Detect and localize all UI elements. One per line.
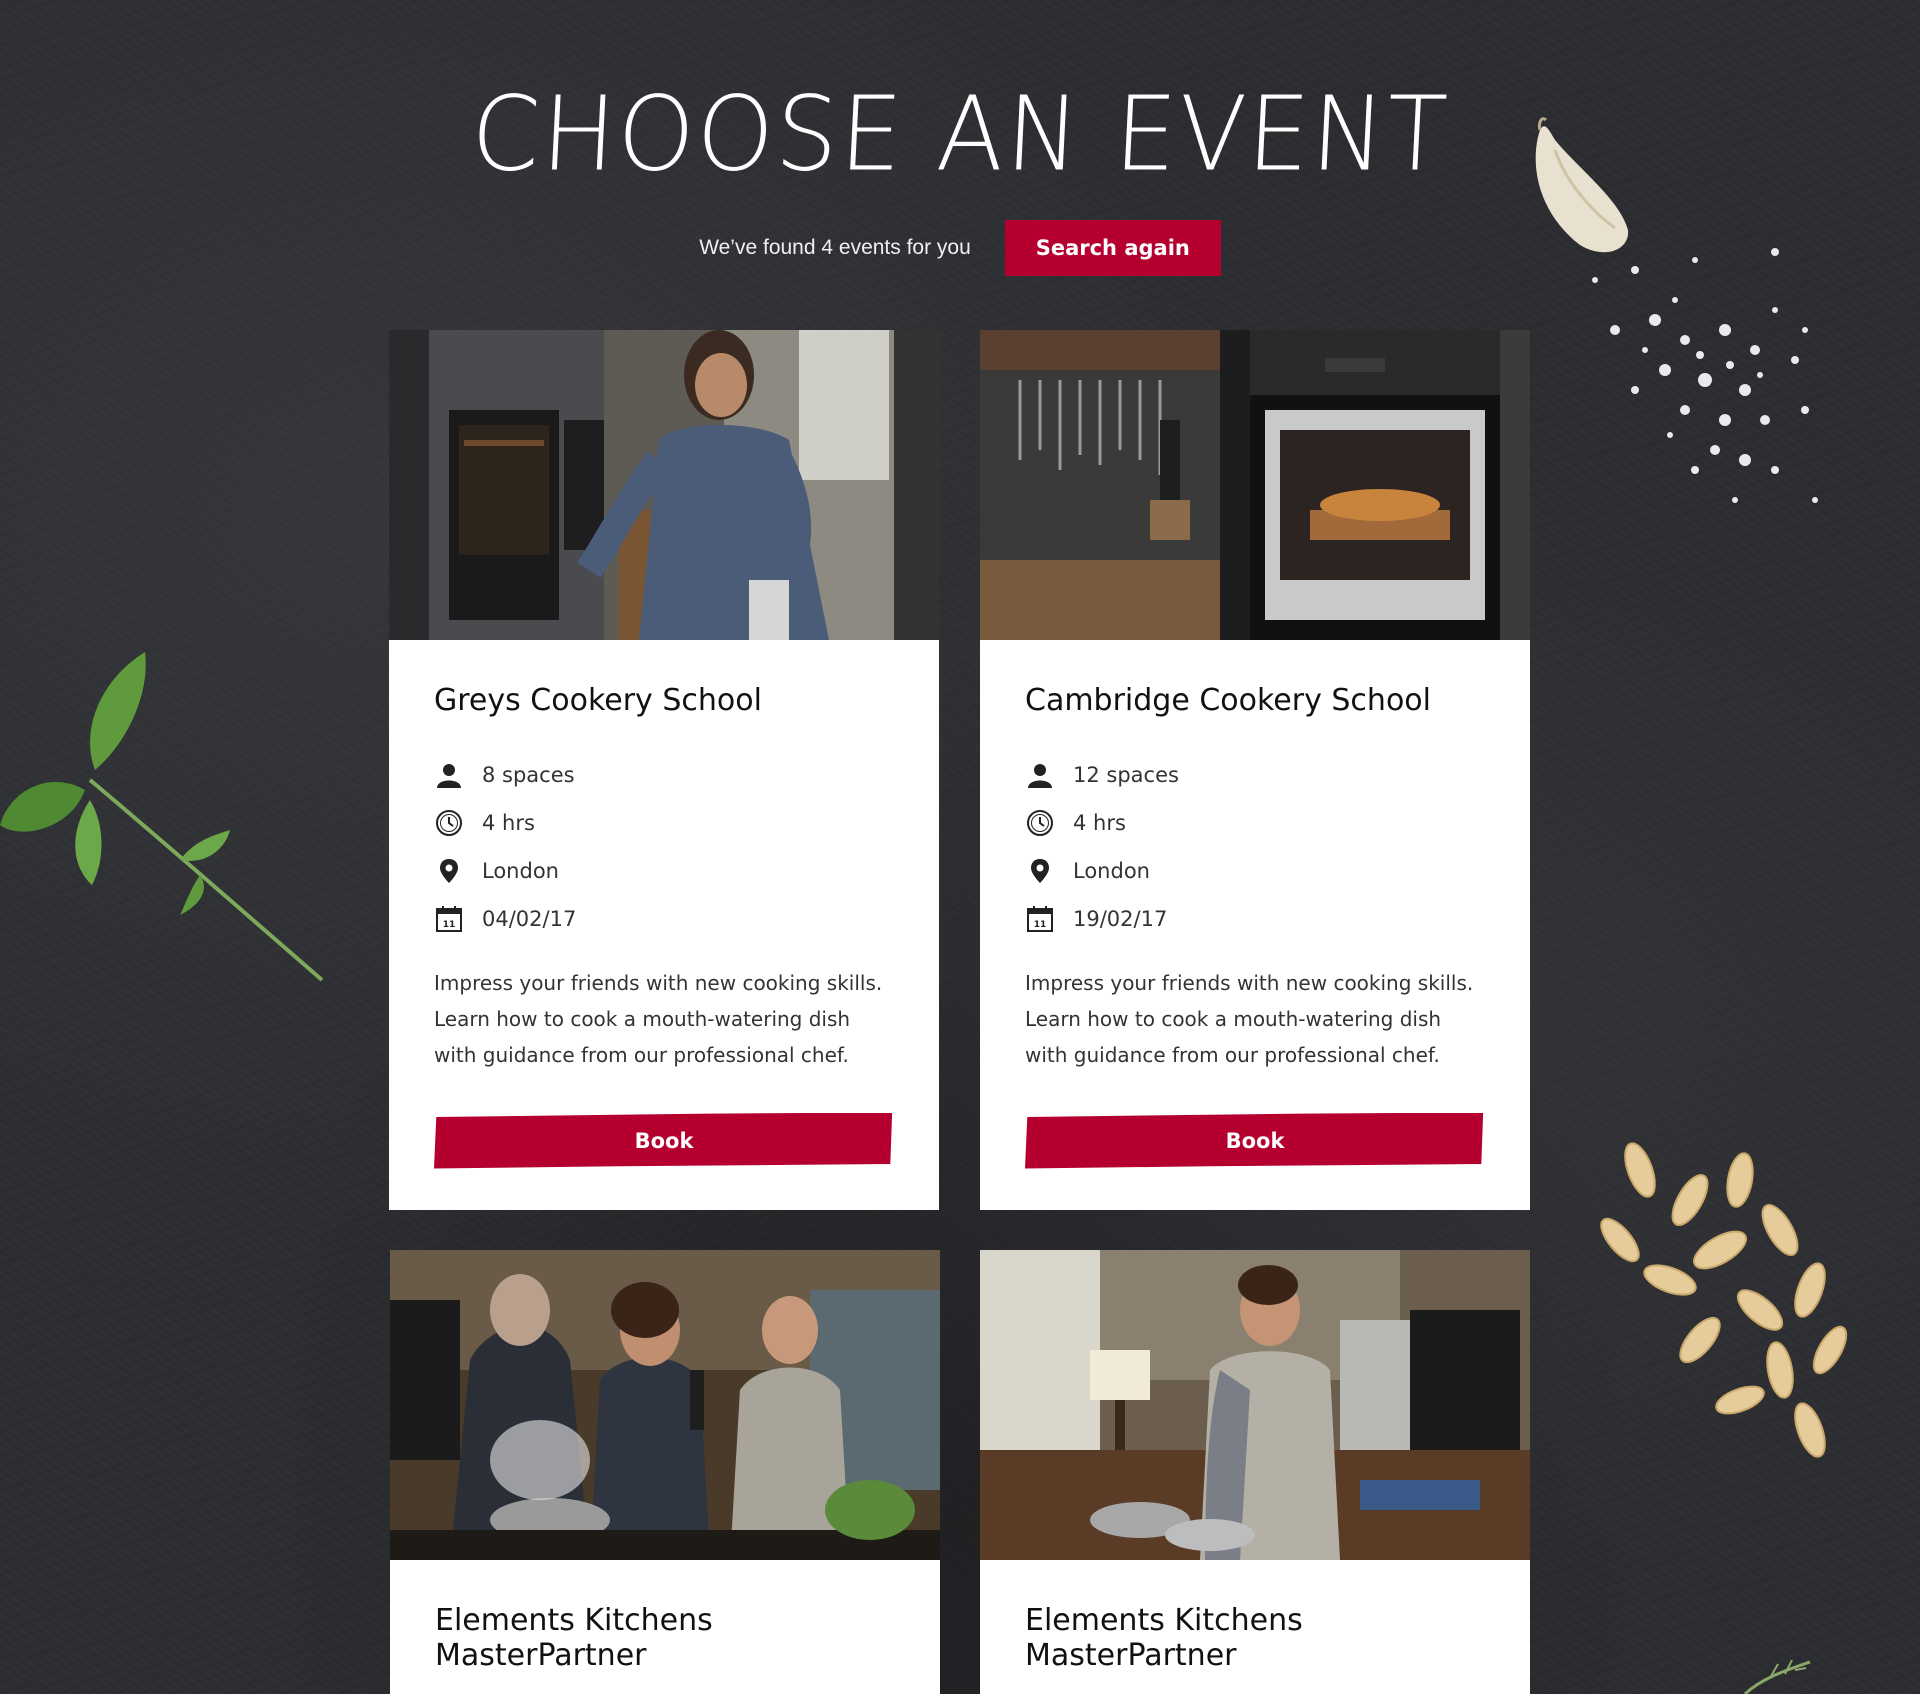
event-details: 12 spaces 4 hrs London 11 19/02/17: [1025, 751, 1485, 943]
kitchen-oven-photo: [980, 330, 1530, 640]
clock-icon: [434, 808, 464, 838]
chef-cooking-photo: [980, 1250, 1530, 1560]
event-card: Elements Kitchens MasterPartner: [980, 1250, 1530, 1694]
event-description: Impress your friends with new cooking sk…: [1025, 970, 1474, 1067]
event-location: London: [1025, 847, 1485, 895]
calendar-icon: 11: [434, 904, 464, 934]
event-date: 11 04/02/17: [434, 895, 894, 943]
event-spaces-value: 12 spaces: [1073, 762, 1179, 787]
event-location-value: London: [482, 858, 559, 883]
map-pin-icon: [434, 856, 464, 886]
event-card: Elements Kitchens MasterPartner: [390, 1250, 940, 1694]
herb-sprig-decoration: [1743, 1660, 1811, 1694]
event-duration-value: 4 hrs: [482, 810, 535, 835]
event-duration: 4 hrs: [1025, 799, 1485, 847]
person-icon: [1025, 760, 1055, 790]
event-date-value: 19/02/17: [1073, 906, 1168, 931]
event-title: Elements Kitchens MasterPartner: [1025, 1603, 1303, 1673]
calendar-icon: 11: [1025, 904, 1055, 934]
pine-nuts-decoration: [1600, 1142, 1848, 1458]
basil-sprig-decoration: [0, 652, 324, 982]
page-title: CHOOSE AN EVENT: [468, 75, 1452, 195]
event-details: 8 spaces 4 hrs London 11 04/02/17: [434, 751, 894, 943]
event-image: [980, 1250, 1530, 1560]
svg-text:11: 11: [443, 920, 456, 930]
event-duration-value: 4 hrs: [1073, 810, 1126, 835]
event-location: London: [434, 847, 894, 895]
group-cooking-photo: [390, 1250, 940, 1560]
event-spaces-value: 8 spaces: [482, 762, 575, 787]
event-spaces: 8 spaces: [434, 751, 894, 799]
event-location-value: London: [1073, 858, 1150, 883]
event-title: Greys Cookery School: [434, 683, 762, 718]
chef-at-oven-photo: [389, 330, 939, 640]
event-title: Cambridge Cookery School: [1025, 683, 1431, 718]
results-count-text: We’ve found 4 events for you: [699, 236, 971, 259]
event-image: [389, 330, 939, 640]
event-card: Greys Cookery School 8 spaces 4 hrs Lond…: [389, 330, 939, 1210]
results-bar: We’ve found 4 events for you Search agai…: [0, 220, 1920, 276]
event-date-value: 04/02/17: [482, 906, 577, 931]
event-image: [390, 1250, 940, 1560]
event-image: [980, 330, 1530, 640]
event-description: Impress your friends with new cooking sk…: [434, 970, 883, 1067]
event-card: Cambridge Cookery School 12 spaces 4 hrs…: [980, 330, 1530, 1210]
clock-icon: [1025, 808, 1055, 838]
event-title: Elements Kitchens MasterPartner: [435, 1603, 713, 1673]
event-date: 11 19/02/17: [1025, 895, 1485, 943]
book-button[interactable]: Book: [1025, 1112, 1484, 1169]
event-duration: 4 hrs: [434, 799, 894, 847]
sea-salt-decoration: [1592, 248, 1818, 503]
map-pin-icon: [1025, 856, 1055, 886]
book-button[interactable]: Book: [434, 1112, 893, 1169]
event-spaces: 12 spaces: [1025, 751, 1485, 799]
search-again-button[interactable]: Search again: [1004, 220, 1221, 276]
person-icon: [434, 760, 464, 790]
svg-text:11: 11: [1034, 920, 1047, 930]
